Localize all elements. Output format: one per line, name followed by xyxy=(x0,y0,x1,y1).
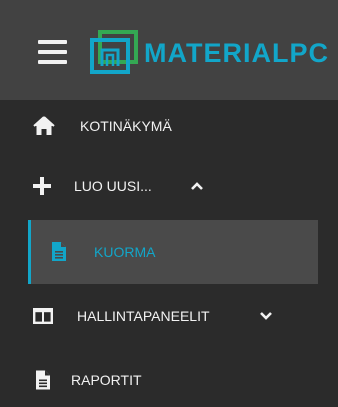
chevron-up-icon[interactable] xyxy=(191,182,203,191)
panel-icon xyxy=(33,308,53,324)
hamburger-icon[interactable] xyxy=(38,40,67,64)
sidebar-item-reports[interactable]: RAPORTIT xyxy=(0,358,338,402)
home-icon xyxy=(33,116,55,135)
app-sidebar: MATERIALPC KOTINÄKYMÄ LUO UUSI... KUORMA… xyxy=(0,0,338,407)
hamburger-bar xyxy=(38,50,67,54)
sidebar-item-label: KUORMA xyxy=(94,244,156,260)
sidebar-header: MATERIALPC xyxy=(0,0,338,100)
sidebar-item-label: HALLINTAPANEELIT xyxy=(77,308,210,324)
plus-icon xyxy=(33,177,51,195)
chevron-down-icon[interactable] xyxy=(260,312,272,321)
file-icon xyxy=(36,370,50,390)
sidebar-item-label: RAPORTIT xyxy=(71,372,142,388)
sidebar-item-create-new[interactable]: LUO UUSI... xyxy=(0,164,338,208)
active-indicator xyxy=(28,220,31,284)
file-icon xyxy=(52,242,66,261)
hamburger-bar xyxy=(38,40,67,44)
sidebar-item-label: KOTINÄKYMÄ xyxy=(80,118,172,134)
hamburger-bar xyxy=(38,60,67,64)
sidebar-item-dashboards[interactable]: HALLINTAPANEELIT xyxy=(0,294,338,338)
logo-mark-icon xyxy=(90,30,138,74)
sidebar-subitem-load[interactable]: KUORMA xyxy=(28,220,318,284)
sidebar-item-home[interactable]: KOTINÄKYMÄ xyxy=(0,104,338,148)
sidebar-item-label: LUO UUSI... xyxy=(74,178,152,194)
logo-text: MATERIALPC xyxy=(144,38,329,68)
